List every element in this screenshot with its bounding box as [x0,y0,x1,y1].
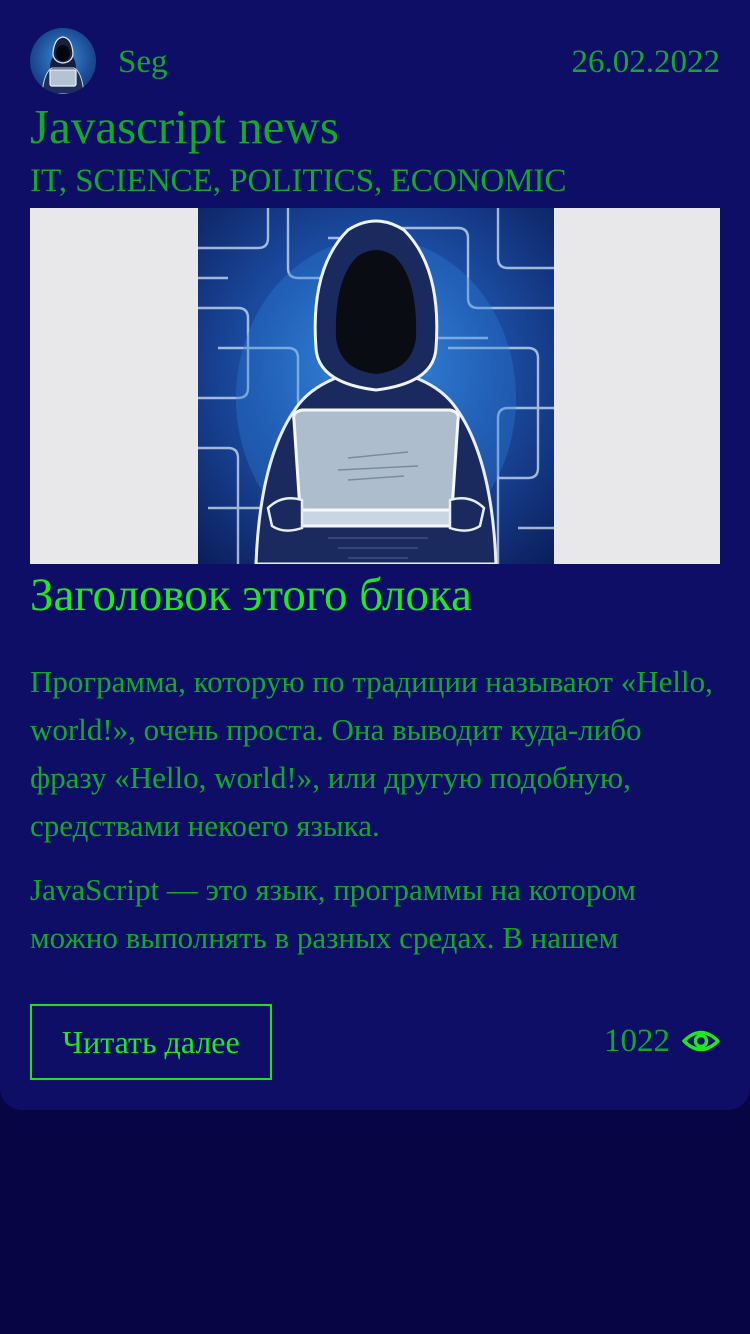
view-counter: 1022 [604,1018,720,1064]
hacker-avatar-icon [41,36,85,94]
post-paragraph: JavaScript — это язык, программы на кото… [30,872,636,955]
block-title: Заголовок этого блока [30,569,472,621]
post-image [30,208,720,564]
hacker-illustration [198,208,554,564]
post-tags: IT, SCIENCE, POLITICS, ECONOMIC [30,163,567,199]
author-avatar[interactable] [30,28,96,94]
post-date: 26.02.2022 [571,44,721,80]
post-card: Seg 26.02.2022 Javascript news IT, SCIEN… [0,0,750,1110]
post-title: Javascript news [30,99,339,154]
author-name[interactable]: Seg [118,42,168,82]
post-header: Seg 26.02.2022 [30,28,720,96]
views-count: 1022 [604,1023,670,1059]
eye-icon [682,1018,720,1064]
read-more-button[interactable]: Читать далее [30,1004,272,1080]
hacker-illustration-icon [198,208,554,564]
post-paragraph: Программа, которую по традиции называют … [30,664,713,843]
